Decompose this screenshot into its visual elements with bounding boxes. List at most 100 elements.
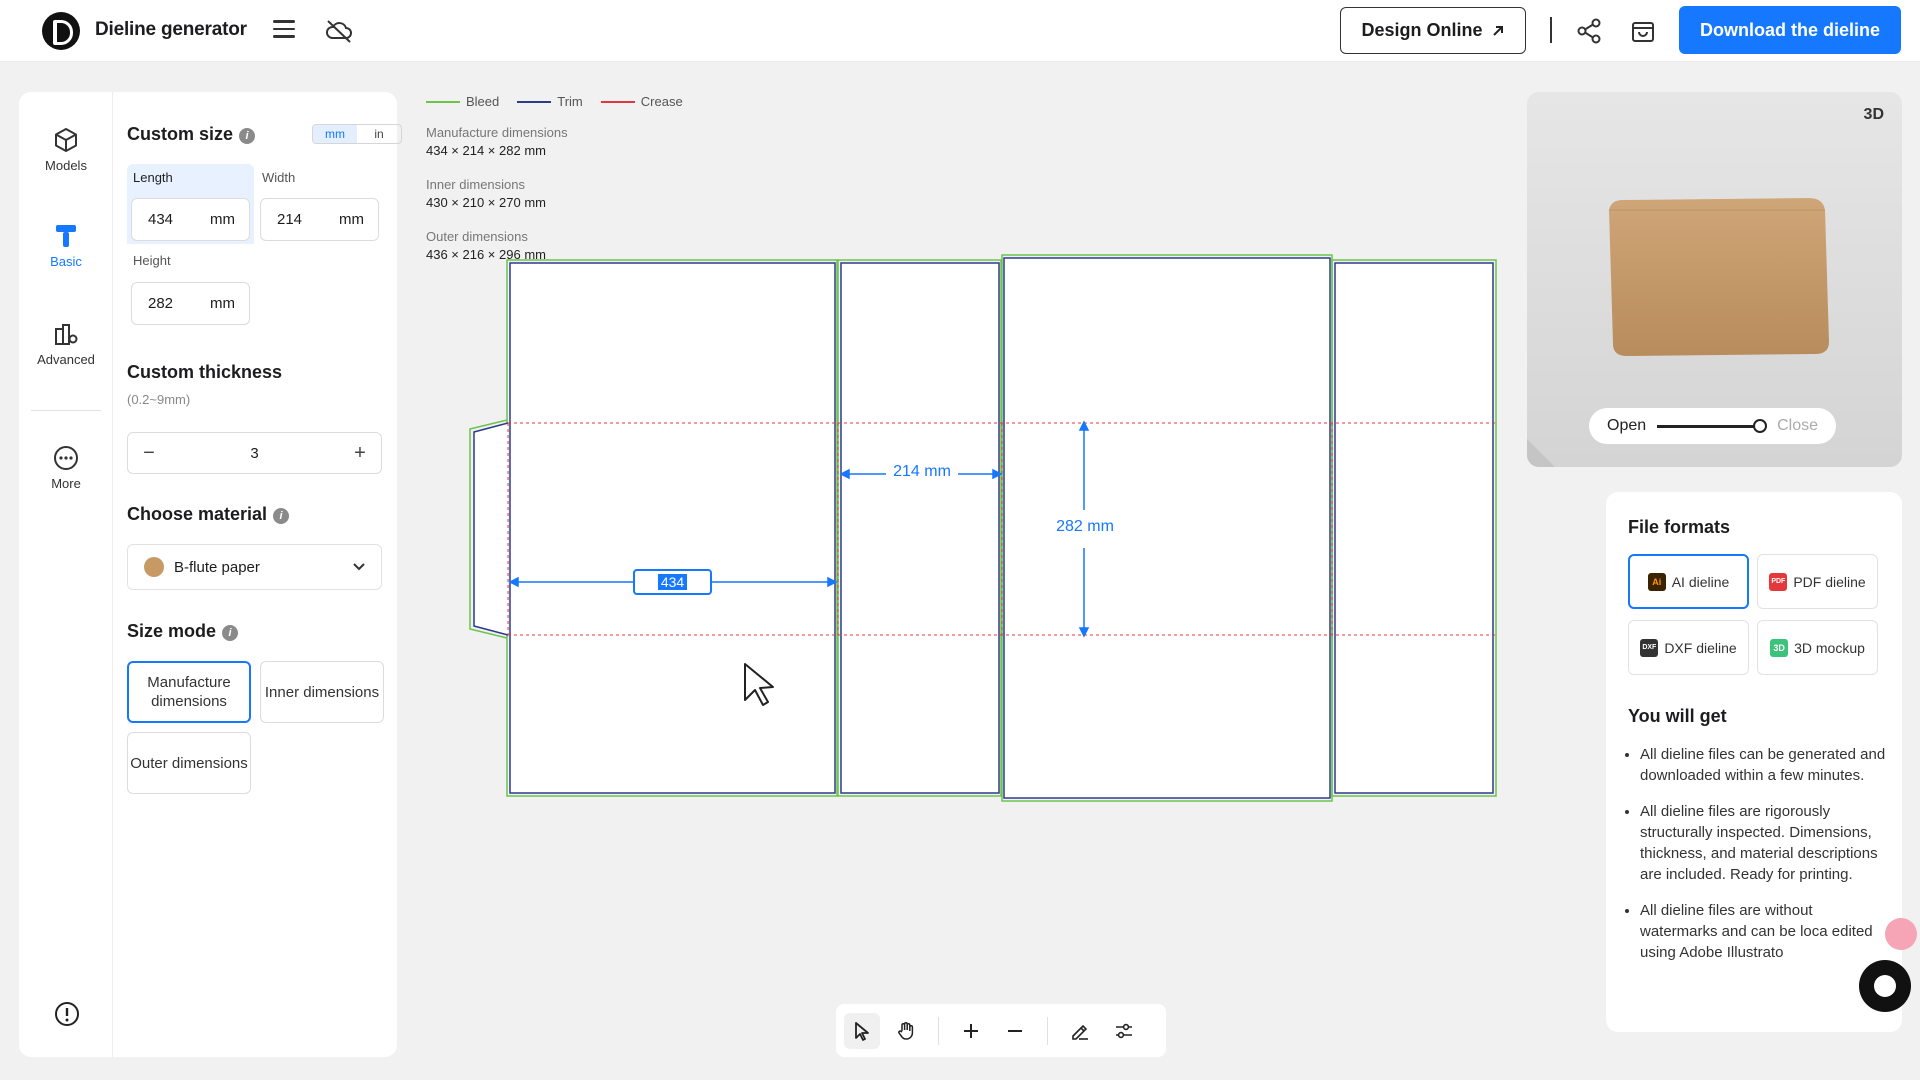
- height-unit: mm: [210, 295, 235, 312]
- toolbar-divider: [1047, 1016, 1048, 1045]
- material-select[interactable]: B-flute paper: [127, 544, 382, 590]
- close-label: Close: [1777, 417, 1818, 434]
- chevron-down-icon: [353, 563, 365, 571]
- side-rail: Models Basic Advanced More: [19, 92, 113, 1057]
- dxf-file-icon: DXF: [1640, 638, 1659, 657]
- pointer-icon: [855, 1021, 869, 1041]
- legend-swatch: [426, 100, 460, 103]
- pen-icon: [1072, 1024, 1088, 1040]
- cart-icon[interactable]: [1629, 17, 1657, 45]
- canvas-toolbar: [836, 1004, 1166, 1057]
- rail-label: Advanced: [37, 352, 95, 367]
- menu-icon[interactable]: [273, 20, 295, 38]
- divider: [1550, 17, 1552, 43]
- length-label: Length: [133, 170, 173, 185]
- plus-icon: [964, 1023, 978, 1038]
- format-dxf-button[interactable]: DXF DXF dieline: [1628, 620, 1749, 675]
- material-heading: Choose material i: [127, 504, 290, 525]
- dimension-summary: Manufacture dimensions 434 × 214 × 282 m…: [426, 124, 568, 280]
- decrement-button[interactable]: −: [128, 433, 170, 473]
- outer-dim-title: Outer dimensions: [426, 229, 528, 244]
- rail-label: Models: [45, 158, 87, 173]
- rail-separator: [31, 410, 101, 411]
- app-title: Dieline generator: [95, 19, 247, 40]
- thickness-value[interactable]: 3: [170, 445, 339, 462]
- share-icon[interactable]: [1576, 18, 1602, 44]
- thickness-range: (0.2~9mm): [127, 392, 191, 407]
- translate-widget-icon[interactable]: [1885, 918, 1917, 950]
- trim-lines: [473, 257, 1494, 799]
- ai-file-icon: Ai: [1647, 572, 1666, 591]
- line-legend: Bleed Trim Crease: [426, 94, 683, 109]
- top-bar: Dieline generator Design Online Download…: [0, 0, 1920, 62]
- external-link-icon: [1492, 25, 1503, 36]
- unit-in[interactable]: in: [357, 125, 401, 143]
- select-tool[interactable]: [844, 1012, 880, 1049]
- legend-trim: Trim: [517, 94, 583, 109]
- left-panel: Models Basic Advanced More Custom size i …: [19, 92, 402, 1057]
- format-label: 3D mockup: [1794, 639, 1865, 656]
- box-model: [1609, 198, 1829, 356]
- height-input[interactable]: 282 mm: [131, 282, 250, 325]
- legend-crease: Crease: [600, 94, 683, 109]
- slider-knob[interactable]: [1753, 419, 1767, 433]
- 3d-preview-panel[interactable]: 3D Open Close: [1527, 92, 1902, 467]
- chat-widget-icon[interactable]: [1859, 960, 1911, 1012]
- info-icon[interactable]: [54, 1001, 80, 1027]
- mode-outer-button[interactable]: Outer dimensions: [127, 732, 251, 794]
- rail-item-advanced[interactable]: Advanced: [19, 320, 113, 367]
- mode-manufacture-button[interactable]: Manufacture dimensions: [127, 661, 251, 723]
- rail-item-models[interactable]: Models: [19, 126, 113, 173]
- format-pdf-button[interactable]: PDF PDF dieline: [1757, 554, 1878, 609]
- zoom-in-button[interactable]: [953, 1013, 989, 1049]
- legend-bleed: Bleed: [426, 94, 499, 109]
- file-formats-title: File formats: [1628, 517, 1731, 537]
- format-3d-mockup-button[interactable]: 3D 3D mockup: [1757, 620, 1878, 675]
- height-label: Height: [133, 253, 171, 268]
- crease-lines: [507, 422, 1495, 636]
- size-mode-heading: Size mode i: [127, 621, 239, 642]
- width-value: 214: [277, 211, 303, 228]
- cloud-off-icon[interactable]: [325, 18, 353, 44]
- bleed-lines: [469, 254, 1497, 802]
- help-icon[interactable]: i: [239, 128, 256, 144]
- material-swatch: [144, 557, 164, 577]
- length-edit-box[interactable]: 434: [633, 569, 712, 595]
- annotate-tool[interactable]: [1062, 1013, 1098, 1049]
- rail-item-more[interactable]: More: [19, 444, 113, 491]
- size-mode-title: Size mode: [127, 621, 217, 641]
- unit-mm[interactable]: mm: [313, 125, 357, 143]
- logo[interactable]: [42, 12, 80, 50]
- pan-tool[interactable]: [888, 1013, 924, 1049]
- custom-size-title: Custom size: [127, 124, 234, 144]
- pdf-file-icon: PDF: [1769, 572, 1788, 591]
- height-dimension-label: 282 mm: [1050, 518, 1120, 536]
- minus-icon: [1008, 1029, 1022, 1032]
- outer-dim-value: 436 × 216 × 296 mm: [426, 247, 546, 262]
- help-icon[interactable]: i: [222, 625, 239, 641]
- legend-label: Trim: [557, 94, 583, 109]
- design-online-button[interactable]: Design Online: [1340, 7, 1526, 54]
- mockup-file-icon: 3D: [1770, 638, 1789, 657]
- width-dimension-label: 214 mm: [886, 463, 958, 481]
- benefit-item: All dieline files are rigorously structu…: [1640, 801, 1886, 885]
- help-icon[interactable]: i: [273, 508, 290, 524]
- slider-track[interactable]: [1657, 425, 1761, 428]
- mode-inner-button[interactable]: Inner dimensions: [260, 661, 384, 723]
- zoom-out-button[interactable]: [997, 1013, 1033, 1049]
- increment-button[interactable]: +: [339, 433, 381, 473]
- hand-icon: [898, 1021, 914, 1040]
- height-value: 282: [148, 295, 174, 312]
- length-input[interactable]: 434 mm: [131, 198, 250, 241]
- download-dieline-button[interactable]: Download the dieline: [1679, 6, 1901, 54]
- advanced-icon: [55, 324, 78, 345]
- dimension-arrows: [508, 420, 1090, 638]
- more-icon: [54, 446, 78, 470]
- width-input[interactable]: 214 mm: [260, 198, 379, 241]
- settings-tool[interactable]: [1106, 1013, 1142, 1049]
- cursor-icon: [744, 663, 774, 706]
- format-ai-button[interactable]: Ai AI dieline: [1628, 554, 1749, 609]
- 3d-toggle-button[interactable]: 3D: [1864, 106, 1884, 124]
- rail-item-basic[interactable]: Basic: [19, 222, 113, 269]
- resize-corner-icon[interactable]: [1527, 433, 1561, 467]
